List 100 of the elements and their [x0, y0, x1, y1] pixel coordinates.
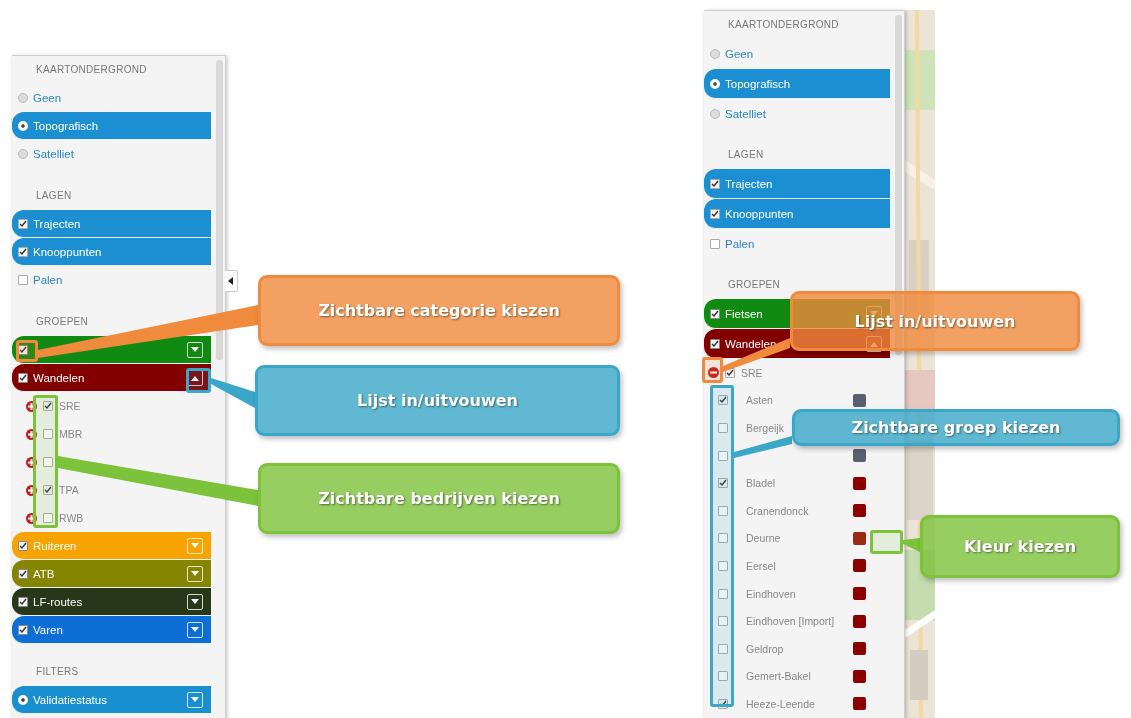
layer-option[interactable]: Palen — [12, 266, 211, 294]
collapse-icon[interactable] — [187, 369, 203, 386]
checkbox[interactable] — [43, 401, 53, 411]
layer-option[interactable]: Palen — [704, 229, 890, 259]
checkbox[interactable] — [718, 395, 728, 406]
subgroup-label: MBR — [59, 428, 83, 440]
municipality-label: Eindhoven [Import] — [746, 615, 835, 628]
checkbox[interactable] — [18, 274, 28, 285]
checkbox[interactable] — [718, 478, 728, 489]
expand-icon[interactable] — [187, 593, 203, 610]
checkbox[interactable] — [18, 540, 28, 551]
expand-icon[interactable] — [26, 512, 37, 524]
color-swatch[interactable] — [853, 614, 866, 628]
layer-option[interactable]: Trajecten — [704, 169, 890, 199]
checkbox[interactable] — [718, 533, 728, 544]
checkbox[interactable] — [43, 457, 53, 467]
layer-option[interactable]: Knooppunten — [704, 199, 890, 229]
checkbox[interactable] — [710, 208, 720, 219]
checkbox[interactable] — [43, 513, 53, 523]
expand-icon[interactable] — [26, 484, 37, 496]
checkbox[interactable] — [710, 308, 720, 319]
checkbox[interactable] — [18, 568, 28, 579]
leader-line — [734, 436, 792, 458]
highlight-frame — [702, 357, 723, 383]
color-swatch[interactable] — [853, 642, 866, 656]
checkbox[interactable] — [710, 238, 720, 249]
color-swatch[interactable] — [853, 504, 866, 518]
municipality-label: Cranendonck — [746, 504, 809, 517]
callout-tooltip: Zichtbare groep kiezen — [792, 409, 1120, 446]
checkbox[interactable] — [18, 246, 28, 257]
color-swatch[interactable] — [853, 476, 866, 490]
radio-option[interactable]: Topografisch — [704, 69, 890, 99]
color-swatch[interactable] — [853, 587, 866, 601]
radio-option[interactable]: Satelliet — [12, 140, 211, 168]
municipality-label: Asten — [746, 394, 773, 407]
layer-option[interactable]: Knooppunten — [12, 238, 211, 266]
municipality-label: Bladel — [746, 477, 776, 490]
checkbox[interactable] — [43, 485, 53, 495]
group-bar[interactable]: Validatiestatus — [12, 686, 211, 714]
radio-option[interactable]: Geen — [704, 39, 890, 69]
leader-line — [211, 378, 255, 408]
section-heading: GROEPEN — [35, 315, 90, 329]
section-heading: KAARTONDERGROND — [727, 18, 840, 32]
radio-option[interactable]: Topografisch — [12, 112, 211, 140]
checkbox[interactable] — [18, 344, 28, 355]
chevron-left-icon — [228, 277, 234, 285]
radio-option[interactable]: Geen — [12, 84, 211, 112]
layer-option[interactable]: Trajecten — [12, 210, 211, 238]
collapse-tab[interactable] — [225, 270, 238, 292]
checkbox[interactable] — [718, 616, 728, 627]
section-heading: FILTERS — [35, 665, 80, 679]
checkbox[interactable] — [43, 429, 53, 439]
checkbox[interactable] — [718, 588, 728, 599]
group-bar[interactable]: Wandelen — [12, 364, 211, 392]
municipality-label: Bergeijk — [746, 422, 784, 434]
municipality-label: Deurne — [746, 532, 781, 545]
color-swatch[interactable] — [853, 531, 866, 545]
checkbox[interactable] — [18, 596, 28, 607]
expand-icon[interactable] — [26, 428, 37, 440]
checkbox[interactable] — [718, 505, 728, 516]
municipality-label: Eersel — [746, 559, 776, 572]
radio-option[interactable]: Satelliet — [704, 99, 890, 129]
scrollbar[interactable] — [216, 60, 223, 360]
expand-icon[interactable] — [26, 456, 37, 468]
expand-icon[interactable] — [26, 400, 37, 412]
radio-button[interactable] — [18, 694, 28, 705]
municipality-label: Gemert-Bakel — [746, 670, 811, 683]
municipality-label: Geldrop — [746, 642, 784, 655]
checkbox[interactable] — [710, 338, 720, 349]
group-bar[interactable]: Varen — [12, 616, 211, 644]
callout-tooltip: Lijst in/uitvouwen — [790, 291, 1080, 351]
color-swatch[interactable] — [853, 449, 866, 463]
checkbox[interactable] — [18, 624, 28, 635]
color-swatch[interactable] — [853, 697, 866, 711]
checkbox[interactable] — [718, 698, 728, 709]
subgroup-label: SRE — [741, 366, 763, 379]
subgroup-label: SRE — [59, 400, 81, 412]
section-heading: LAGEN — [35, 189, 73, 203]
section-heading: LAGEN — [727, 148, 765, 162]
municipality-label: Eindhoven — [746, 587, 796, 600]
group-bar[interactable]: Ruiteren — [12, 532, 211, 560]
callout-tooltip: Lijst in/uitvouwen — [255, 365, 620, 436]
collapse-icon[interactable] — [708, 367, 719, 379]
checkbox[interactable] — [18, 218, 28, 229]
group-bar[interactable]: LF-routes — [12, 588, 211, 616]
checkbox[interactable] — [718, 671, 728, 682]
section-heading: GROEPEN — [727, 278, 782, 292]
color-swatch[interactable] — [853, 669, 866, 683]
checkbox[interactable] — [718, 423, 728, 433]
checkbox[interactable] — [718, 560, 728, 571]
subgroup-label: RWB — [59, 512, 84, 524]
checkbox[interactable] — [710, 178, 720, 189]
subgroup-label: TPA — [59, 484, 79, 496]
checkbox[interactable] — [718, 450, 728, 461]
checkbox[interactable] — [18, 372, 28, 383]
color-swatch[interactable] — [853, 393, 866, 407]
group-bar[interactable]: ATB — [12, 560, 211, 588]
checkbox[interactable] — [718, 643, 728, 654]
color-swatch[interactable] — [853, 559, 866, 573]
section-heading: KAARTONDERGROND — [35, 63, 148, 77]
